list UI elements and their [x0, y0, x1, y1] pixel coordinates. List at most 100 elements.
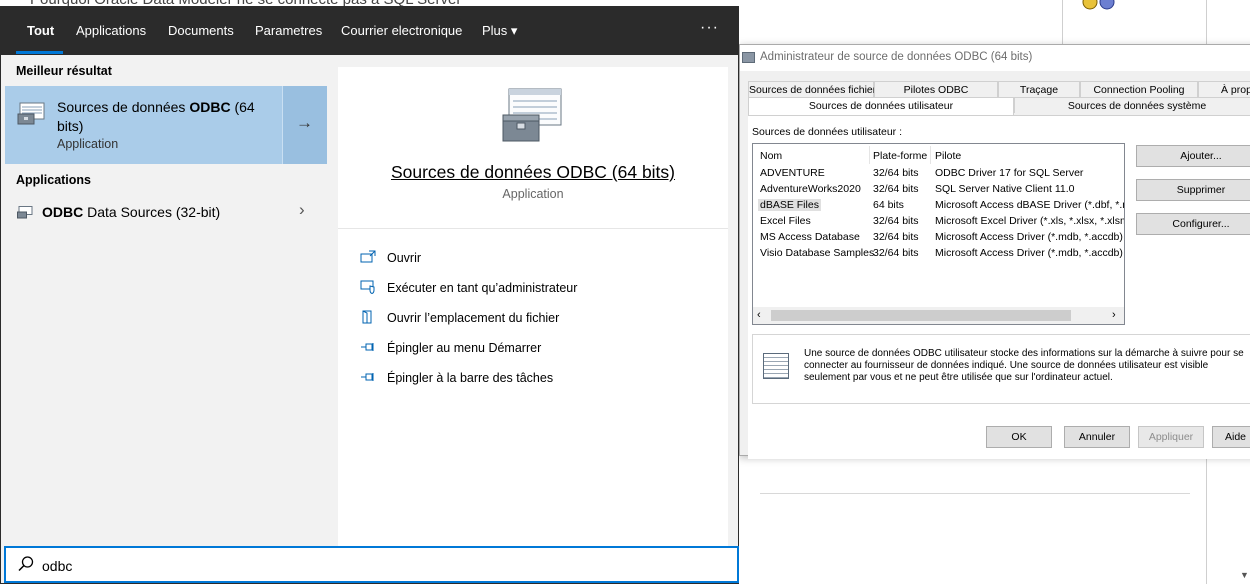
action-open-file-location[interactable]: Ouvrir l’emplacement du fichier: [358, 307, 718, 329]
applications-heading: Applications: [16, 173, 92, 187]
action-run-as-admin[interactable]: Exécuter en tant qu’administrateur: [358, 277, 718, 299]
column-separator[interactable]: [930, 146, 931, 164]
dsn-driver: ODBC Driver 17 for SQL Server: [935, 167, 1084, 179]
remove-button[interactable]: Supprimer: [1136, 179, 1250, 201]
odbc-administrator-dialog: Administrateur de source de données ODBC…: [739, 44, 1250, 459]
dsn-name: Visio Database Samples: [760, 247, 875, 259]
scroll-down-icon[interactable]: ▼: [1240, 570, 1249, 580]
app-result-name: ODBC Data Sources (32-bit): [42, 204, 220, 220]
dsn-driver: Microsoft Access Driver (*.mdb, *.accdb): [935, 231, 1123, 243]
action-label: Épingler au menu Démarrer: [387, 341, 542, 355]
scroll-left-icon[interactable]: ‹: [757, 309, 761, 321]
apply-button[interactable]: Appliquer: [1138, 426, 1204, 448]
search-filter-bar: Tout Applications Documents Parametres C…: [1, 7, 738, 55]
tab-user-dsn[interactable]: Sources de données utilisateur: [748, 97, 1014, 115]
dsn-platform: 32/64 bits: [873, 183, 919, 195]
horizontal-scrollbar[interactable]: ‹ ›: [753, 307, 1124, 324]
data-source-icon: [763, 353, 789, 379]
action-pin-to-start[interactable]: Épingler au menu Démarrer: [358, 337, 718, 359]
list-item[interactable]: Excel Files 32/64 bits Microsoft Excel D…: [753, 214, 1124, 230]
dsn-driver: SQL Server Native Client 11.0: [935, 183, 1075, 195]
dialog-titlebar[interactable]: Administrateur de source de données ODBC…: [740, 45, 1250, 71]
filter-more-dropdown[interactable]: Plus ▾: [482, 23, 517, 39]
tab-connection-pooling[interactable]: Connection Pooling: [1080, 81, 1198, 97]
preview-title[interactable]: Sources de données ODBC (64 bits): [338, 162, 728, 183]
filter-tab-documents[interactable]: Documents: [168, 23, 234, 38]
active-tab-indicator: [16, 51, 63, 54]
column-header-name[interactable]: Nom: [760, 150, 782, 162]
tab-system-dsn[interactable]: Sources de données système: [1014, 97, 1250, 113]
action-label: Épingler à la barre des tâches: [387, 371, 554, 385]
filter-tab-all[interactable]: Tout: [27, 23, 54, 38]
filter-tab-settings[interactable]: Parametres: [255, 23, 322, 38]
best-match-name-highlight: ODBC: [189, 99, 231, 115]
info-box: Une source de données ODBC utilisateur s…: [752, 334, 1250, 404]
search-input[interactable]: [42, 556, 542, 576]
file-location-icon: [360, 310, 376, 324]
dsn-name: Excel Files: [760, 215, 811, 227]
dsn-platform: 32/64 bits: [873, 215, 919, 227]
column-header-driver[interactable]: Pilote: [935, 150, 961, 162]
filter-tab-applications[interactable]: Applications: [76, 23, 146, 38]
cancel-button[interactable]: Annuler: [1064, 426, 1130, 448]
app-result-name-suffix: Data Sources (32-bit): [83, 204, 221, 220]
open-preview-button[interactable]: →: [282, 86, 327, 164]
more-options-icon[interactable]: ···: [700, 19, 719, 37]
best-match-type: Application: [57, 137, 119, 151]
odbc-app-icon: [742, 52, 755, 63]
tab-about[interactable]: À propos: [1198, 81, 1250, 97]
dsn-name: dBASE Files: [758, 199, 821, 211]
tab-odbc-drivers[interactable]: Pilotes ODBC: [874, 81, 998, 97]
dsn-driver: Microsoft Excel Driver (*.xls, *.xlsx, *…: [935, 215, 1124, 227]
ok-button[interactable]: OK: [986, 426, 1052, 448]
dsn-name: AdventureWorks2020: [760, 183, 861, 195]
configure-button[interactable]: Configurer...: [1136, 213, 1250, 235]
dsn-platform: 32/64 bits: [873, 231, 919, 243]
help-button[interactable]: Aide: [1212, 426, 1250, 448]
column-separator[interactable]: [869, 146, 870, 164]
list-item-selected[interactable]: dBASE Files 64 bits Microsoft Access dBA…: [753, 198, 1124, 214]
action-pin-to-taskbar[interactable]: Épingler à la barre des tâches: [358, 367, 718, 389]
user-dsn-list-label: Sources de données utilisateur :: [752, 126, 903, 138]
dsn-platform: 64 bits: [873, 199, 904, 211]
column-header-platform[interactable]: Plate-forme: [873, 150, 927, 162]
pin-taskbar-icon: [360, 370, 376, 384]
info-text: Une source de données ODBC utilisateur s…: [804, 348, 1244, 383]
odbc-app-icon: [501, 87, 563, 145]
app-result-item[interactable]: ODBC Data Sources (32-bit) ›: [5, 197, 327, 227]
dsn-driver: Microsoft Access dBASE Driver (*.dbf, *.…: [935, 199, 1124, 211]
search-box[interactable]: [4, 546, 739, 583]
list-item[interactable]: MS Access Database 32/64 bits Microsoft …: [753, 230, 1124, 246]
action-label: Ouvrir: [387, 251, 422, 265]
dsn-driver: Microsoft Access Driver (*.mdb, *.accdb): [935, 247, 1123, 259]
list-item[interactable]: AdventureWorks2020 32/64 bits SQL Server…: [753, 182, 1124, 198]
scroll-right-icon[interactable]: ›: [1112, 309, 1116, 321]
filter-tab-email[interactable]: Courrier electronique: [341, 23, 462, 38]
scrollbar-thumb[interactable]: [771, 310, 1071, 321]
result-preview-pane: Sources de données ODBC (64 bits) Applic…: [338, 67, 728, 551]
best-match-name: Sources de données ODBC (64 bits): [57, 98, 267, 136]
tab-tracing[interactable]: Traçage: [998, 81, 1080, 97]
windows-search-panel: Tout Applications Documents Parametres C…: [0, 6, 739, 584]
app-result-name-highlight: ODBC: [42, 204, 84, 220]
action-open[interactable]: Ouvrir: [358, 247, 718, 269]
divider: [338, 228, 728, 229]
chevron-right-icon[interactable]: ›: [299, 200, 305, 220]
best-match-result[interactable]: Sources de données ODBC (64 bits) Applic…: [5, 86, 282, 164]
add-button[interactable]: Ajouter...: [1136, 145, 1250, 167]
user-dsn-list[interactable]: Nom Plate-forme Pilote ADVENTURE 32/64 b…: [752, 143, 1125, 325]
tab-file-dsn[interactable]: Sources de données fichier: [748, 81, 876, 97]
user-avatars-icon: [1082, 0, 1118, 13]
action-label: Ouvrir l’emplacement du fichier: [387, 311, 560, 325]
open-icon: [360, 250, 376, 264]
list-item[interactable]: Visio Database Samples 32/64 bits Micros…: [753, 246, 1124, 262]
divider: [760, 493, 1190, 494]
best-match-name-prefix: Sources de données: [57, 99, 190, 115]
list-item[interactable]: ADVENTURE 32/64 bits ODBC Driver 17 for …: [753, 166, 1124, 182]
divider: [1062, 0, 1063, 44]
dialog-title: Administrateur de source de données ODBC…: [760, 51, 1033, 63]
best-match-heading: Meilleur résultat: [16, 64, 112, 78]
dsn-platform: 32/64 bits: [873, 167, 919, 179]
odbc-app-icon: [17, 206, 33, 219]
pin-start-icon: [360, 340, 376, 354]
